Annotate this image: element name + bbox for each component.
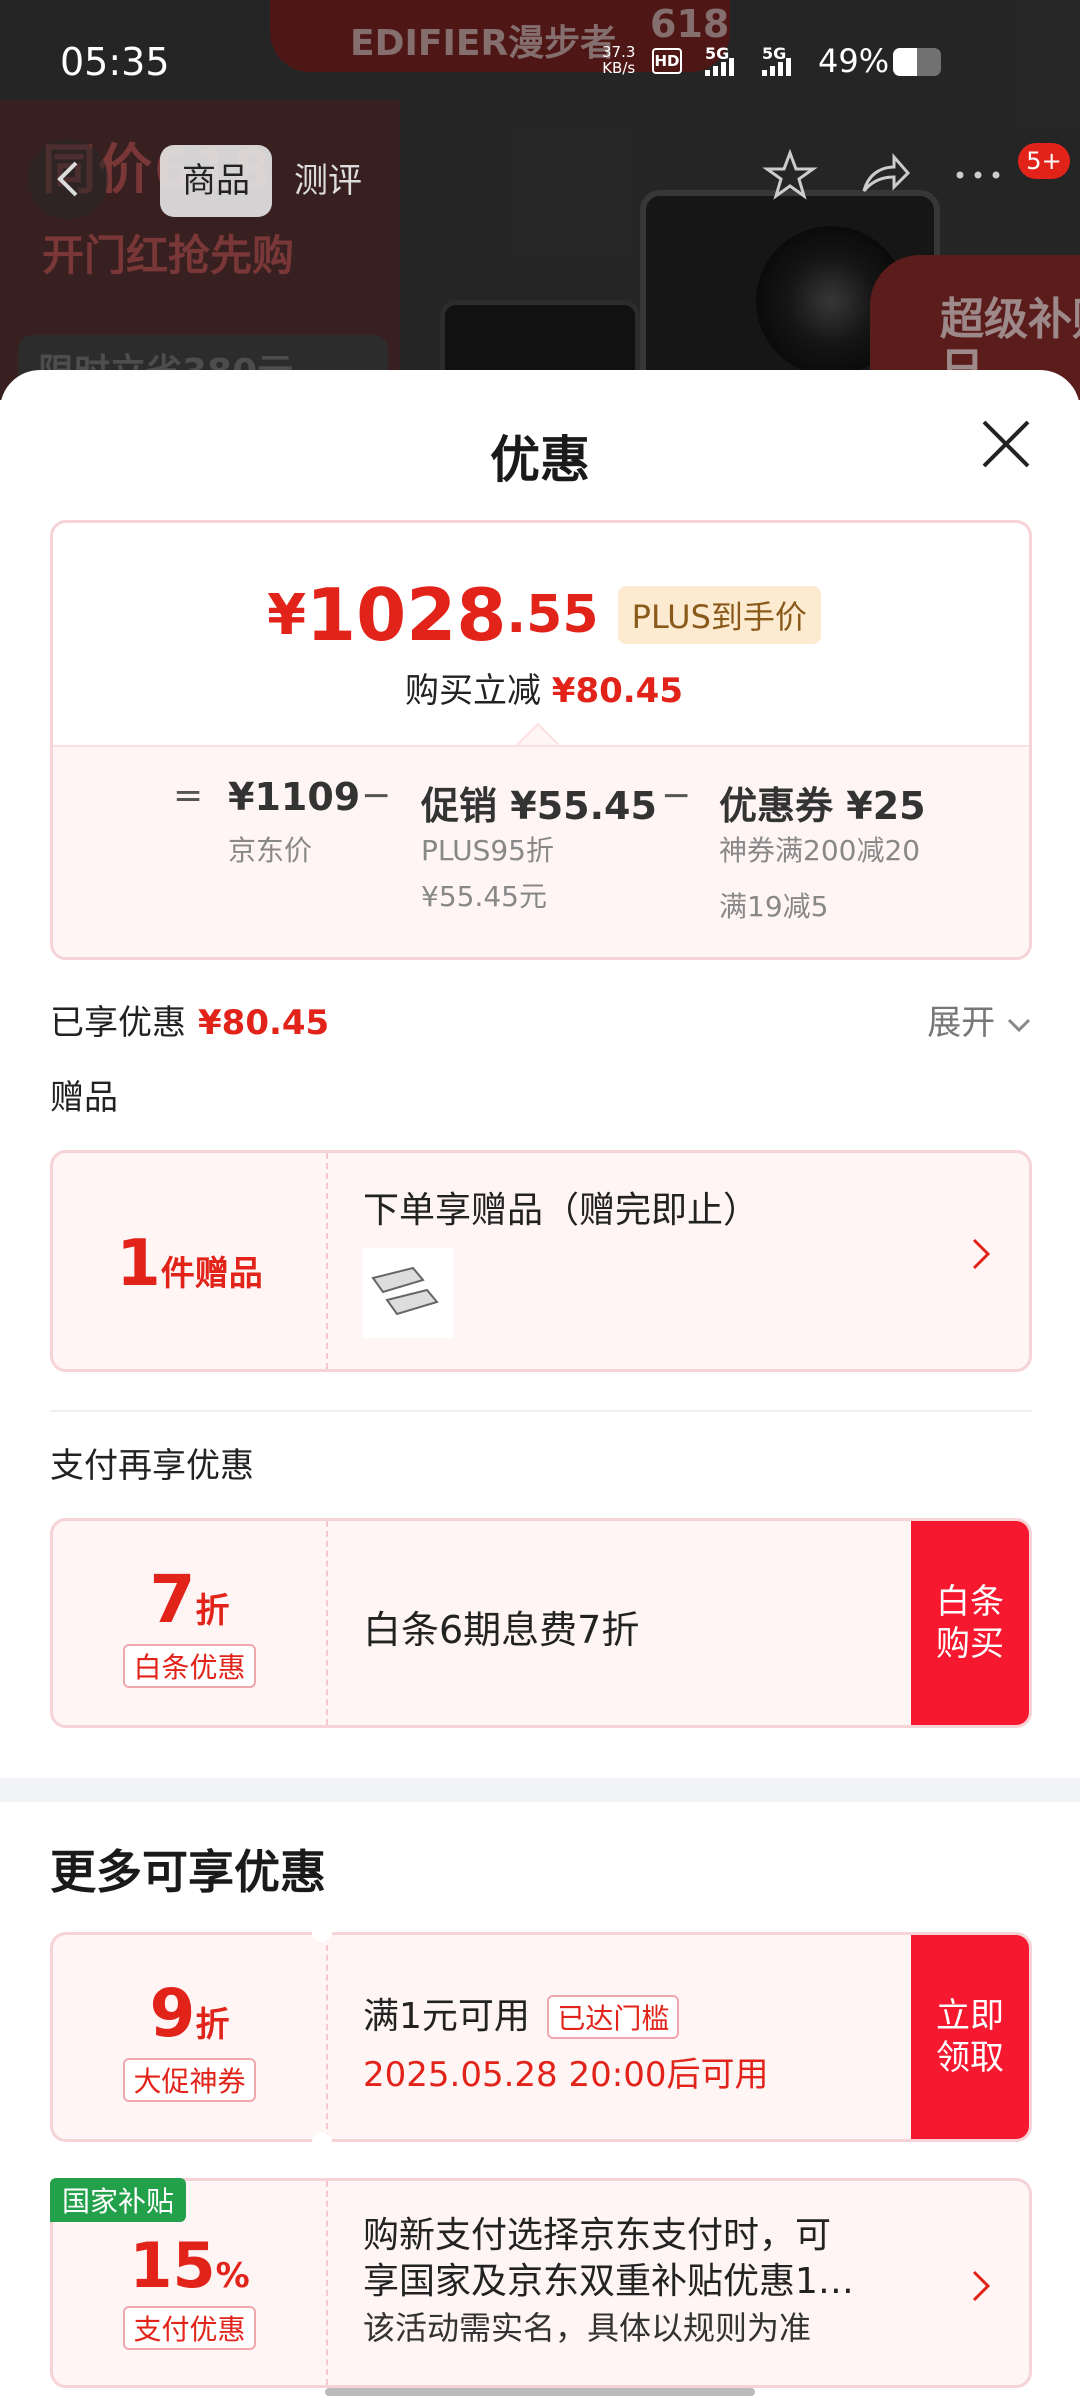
back-icon <box>57 161 78 197</box>
promo-line1: PLUS95折 <box>421 834 554 867</box>
coupon-line1: 神券满200减20 <box>719 834 921 867</box>
gift-count-unit: 件赠品 <box>160 1254 263 1294</box>
pay-section-label: 支付再享优惠 <box>50 1446 254 1486</box>
gift-section-label: 赠品 <box>50 1078 118 1118</box>
price-integer: 1028 <box>306 573 507 657</box>
more-icon[interactable] <box>948 145 1008 205</box>
expand-button[interactable]: 展开 <box>927 995 1032 1044</box>
favorite-star-icon[interactable] <box>760 145 820 205</box>
coupon-value: ¥25 <box>846 784 926 828</box>
home-indicator[interactable] <box>325 2388 755 2396</box>
price-decimal: .55 <box>506 585 599 645</box>
gift-thumbnail <box>363 1248 453 1338</box>
share-icon[interactable] <box>854 145 914 205</box>
subsidy-tag: 支付优惠 <box>123 2306 256 2350</box>
chevron-right-icon <box>971 2267 991 2313</box>
close-icon <box>982 420 1030 468</box>
threshold-reached-tag: 已达门槛 <box>547 1995 680 2039</box>
coupon-discount-unit: 折 <box>195 2005 230 2045</box>
price-currency: ¥ <box>267 582 307 648</box>
tab-product[interactable]: 商品 <box>160 145 272 217</box>
coupon-condition-row: 满1元可用 已达门槛 <box>363 1987 680 2039</box>
section-gap <box>0 1778 1080 1802</box>
clock: 05:35 <box>60 40 170 84</box>
divider <box>50 1410 1032 1412</box>
signal-icon-2 <box>762 58 791 76</box>
coupon-tag: 大促神券 <box>123 2058 256 2102</box>
promo-value-row: 促销 ¥55.45 <box>421 775 657 830</box>
instant-cut-row: 购买立减 ¥80.45 <box>53 663 1029 712</box>
coupon-time-note: 2025.05.28 20:00后可用 <box>363 2055 769 2095</box>
hd-voice-icon: HD <box>652 48 682 74</box>
tab-reviews[interactable]: 测评 <box>272 145 384 217</box>
coupon-line2: 满19减5 <box>719 890 829 923</box>
subsidy-line2: 享国家及京东双重补贴优惠1… <box>363 2261 854 2302</box>
message-count-badge: 5+ <box>1018 143 1070 179</box>
enjoyed-discount-row: 已享优惠 ¥80.45 展开 <box>50 995 1032 1045</box>
expand-label: 展开 <box>927 1003 996 1043</box>
promo-line2: ¥55.45元 <box>421 880 547 913</box>
gift-title: 下单享赠品（赠完即止） <box>363 1190 760 1231</box>
close-button[interactable] <box>980 418 1032 470</box>
coupon-card[interactable]: 9折 大促神券 满1元可用 已达门槛 2025.05.28 20:00后可用 立… <box>50 1932 1032 2142</box>
final-price: ¥1028.55 PLUS到手价 <box>53 573 1029 657</box>
baitiao-card[interactable]: 7折 白条优惠 白条6期息费7折 白条购买 <box>50 1518 1032 1728</box>
baitiao-text: 白条6期息费7折 <box>363 1608 640 1652</box>
chevron-down-icon <box>1007 1018 1031 1032</box>
network-speed: 37.3 KB/s <box>602 43 636 77</box>
gift-count-number: 1 <box>116 1227 161 1301</box>
subsidy-line1: 购新支付选择京东支付时，可 <box>363 2215 832 2256</box>
instant-cut-label: 购买立减 <box>404 671 541 711</box>
product-nav-bar: 商品 测评 5+ <box>0 135 1080 225</box>
battery-icon <box>893 48 941 76</box>
coupon-title: 优惠券 <box>719 784 834 828</box>
coupon-value-row: 优惠券 ¥25 <box>719 775 926 830</box>
coupon-discount: 9折 大促神券 <box>53 1935 328 2139</box>
baitiao-discount-number: 7 <box>149 1561 196 1638</box>
price-breakdown-card: ¥1028.55 PLUS到手价 购买立减 ¥80.45 = ¥1109 京东价… <box>50 520 1032 960</box>
ticket-notch <box>312 1922 332 1942</box>
minus-sign-1: − <box>361 775 392 816</box>
instant-cut-value: ¥80.45 <box>551 671 683 711</box>
nav-tabs: 商品 测评 <box>160 145 400 217</box>
baitiao-discount-unit: 折 <box>195 1591 230 1631</box>
jd-price-label: 京东价 <box>228 834 313 867</box>
national-subsidy-tag: 国家补贴 <box>50 2178 187 2222</box>
discount-sheet: 优惠 ¥1028.55 PLUS到手价 购买立减 ¥80.45 = ¥1109 … <box>0 370 1080 2400</box>
promo-title: 促销 <box>421 784 498 828</box>
nav-actions <box>760 145 1008 205</box>
subsidy-discount-unit: % <box>215 2256 250 2296</box>
back-button[interactable] <box>28 139 108 219</box>
ticket-notch <box>312 2132 332 2152</box>
subsidy-discount-number: 15 <box>129 2229 216 2302</box>
jd-price-value: ¥1109 <box>228 775 361 819</box>
baitiao-tag: 白条优惠 <box>123 1644 256 1688</box>
subsidy-text: 购新支付选择京东支付时，可 享国家及京东双重补贴优惠1… 该活动需实名，具体以规… <box>363 2213 923 2351</box>
claim-coupon-button[interactable]: 立即领取 <box>911 1935 1029 2139</box>
battery-percent: 49% <box>818 42 890 80</box>
baitiao-discount: 7折 白条优惠 <box>53 1521 328 1725</box>
plus-price-tag: PLUS到手价 <box>617 586 821 644</box>
signal-icon-1 <box>705 58 734 76</box>
sheet-title: 优惠 <box>490 431 590 489</box>
enjoyed-label: 已享优惠 <box>50 1003 186 1043</box>
enjoyed-value: ¥80.45 <box>198 1003 330 1043</box>
more-section-label: 更多可享优惠 <box>50 1845 326 1899</box>
subsidy-card[interactable]: 15% 支付优惠 购新支付选择京东支付时，可 享国家及京东双重补贴优惠1… 该活… <box>50 2178 1032 2388</box>
coupon-discount-number: 9 <box>149 1975 196 2052</box>
subsidy-line3: 该活动需实名，具体以规则为准 <box>363 2309 812 2347</box>
baitiao-buy-button[interactable]: 白条购买 <box>911 1521 1029 1725</box>
gift-count: 1件赠品 <box>53 1153 328 1369</box>
minus-sign-2: − <box>661 775 692 816</box>
promo-value: ¥55.45 <box>510 784 657 828</box>
coupon-condition: 满1元可用 <box>363 1996 530 2037</box>
status-bar: 05:35 37.3 KB/s HD 5G 5G 49% <box>0 0 1080 120</box>
equals-sign: = <box>173 775 204 816</box>
price-formula: = ¥1109 京东价 − 促销 ¥55.45 PLUS95折 ¥55.45元 … <box>53 745 1029 957</box>
gift-card[interactable]: 1件赠品 下单享赠品（赠完即止） <box>50 1150 1032 1372</box>
chevron-right-icon <box>971 1235 991 1281</box>
